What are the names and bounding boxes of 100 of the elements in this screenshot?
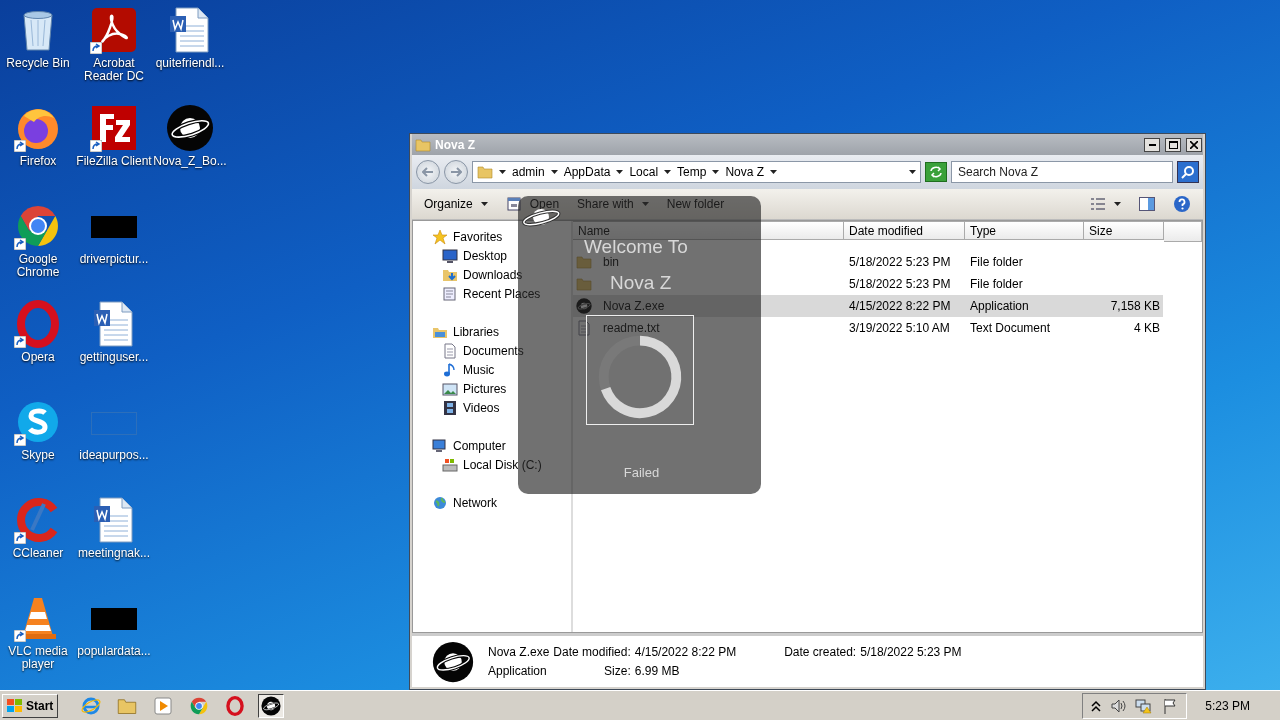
desktop-shortcut[interactable]: CCleaner — [0, 496, 77, 594]
desktop-shortcut[interactable]: gettinguser... — [75, 300, 153, 398]
app-logo-icon — [14, 300, 62, 348]
help-icon — [1173, 195, 1191, 213]
globe-icon — [432, 494, 448, 511]
caret-icon — [664, 170, 672, 174]
start-button[interactable]: Start — [2, 693, 59, 718]
file-name: Nova Z.exe — [488, 645, 550, 659]
app-logo-icon — [90, 104, 138, 152]
desktop-shortcut[interactable]: ideapurpos... — [75, 398, 153, 496]
nav-item[interactable]: Desktop — [413, 246, 508, 265]
caret-icon — [909, 170, 916, 174]
flag-icon[interactable] — [1162, 697, 1179, 714]
column-header[interactable]: Date modified — [844, 221, 965, 240]
search-button[interactable] — [1177, 161, 1199, 183]
refresh-button[interactable] — [925, 162, 947, 182]
nav-item[interactable]: Favorites — [413, 227, 503, 246]
desktop-shortcut[interactable]: VLC media player — [0, 594, 77, 692]
search-field[interactable]: Search Nova Z — [951, 161, 1173, 183]
preview-pane-button[interactable] — [1139, 197, 1155, 211]
back-button[interactable] — [416, 160, 440, 184]
windows-logo-icon — [7, 698, 23, 713]
desktop-shortcut[interactable]: FileZilla Client — [75, 104, 153, 202]
nav-item[interactable]: Libraries — [413, 322, 500, 341]
desktop-shortcut[interactable]: quitefriendl... — [151, 6, 229, 104]
nav-item[interactable]: Videos — [413, 398, 500, 417]
network-icon[interactable] — [1135, 697, 1154, 714]
maximize-button[interactable] — [1165, 137, 1181, 152]
window-icon — [505, 196, 522, 212]
pdf-icon — [90, 6, 138, 54]
detail-value: 4/15/2022 8:22 PM — [634, 645, 737, 659]
window-title: Nova Z — [435, 137, 476, 152]
view-options-button[interactable] — [1090, 197, 1121, 211]
taskbar-app-button[interactable] — [258, 693, 285, 718]
column-header[interactable]: Type — [965, 221, 1084, 240]
detail-value: 5/18/2022 5:23 PM — [860, 645, 962, 659]
loading-spinner-icon — [586, 315, 694, 425]
desktop-shortcut[interactable]: driverpictur... — [75, 202, 153, 300]
search-icon — [1181, 165, 1195, 179]
star-icon — [432, 228, 448, 245]
detail-value: 6.99 MB — [634, 664, 681, 678]
desktop-shortcut[interactable]: populardata... — [75, 594, 153, 692]
file-date: 3/19/2022 5:10 AM — [848, 321, 951, 335]
breadcrumb-item[interactable]: Temp — [677, 165, 720, 179]
toolbar-button[interactable]: Organize — [424, 197, 488, 211]
browser-icon — [81, 695, 102, 716]
file-date: 5/18/2022 5:23 PM — [848, 277, 952, 291]
nav-item[interactable]: Computer — [413, 436, 506, 455]
desktop-shortcut[interactable]: Recycle Bin — [0, 6, 77, 104]
breadcrumb-item[interactable]: Nova Z — [725, 165, 778, 179]
file-row[interactable]: Nova Z.exe 4/15/2022 8:22 PM Application 7,158 KB — [573, 295, 1163, 317]
file-type: Application — [969, 299, 1030, 313]
app-name: Nova Z — [610, 274, 672, 292]
clock: 5:23 PM — [1205, 698, 1250, 713]
caret-icon — [712, 170, 720, 174]
planet-icon — [166, 104, 214, 152]
help-button[interactable] — [1173, 195, 1191, 213]
nav-item[interactable]: Local Disk (C:) — [413, 455, 542, 474]
minimize-button[interactable] — [1144, 137, 1160, 152]
forward-button[interactable] — [444, 160, 468, 184]
speaker-icon[interactable] — [1110, 697, 1127, 714]
caret-icon — [770, 170, 778, 174]
desktop-shortcut[interactable]: Skype — [0, 398, 77, 496]
desktop-shortcut[interactable]: Nova_Z_Bo... — [151, 104, 229, 202]
file-name: bin — [602, 255, 619, 269]
film-icon — [442, 399, 458, 416]
desktop-shortcut[interactable]: Firefox — [0, 104, 77, 202]
chevron-up-icon[interactable] — [1091, 699, 1102, 712]
folder-icon — [576, 254, 592, 270]
breadcrumb-item[interactable]: AppData — [563, 165, 624, 179]
welcome-title: Welcome To — [584, 238, 688, 256]
close-button[interactable] — [1186, 137, 1202, 152]
back-arrow-icon — [422, 167, 434, 177]
folder-icon — [576, 276, 592, 292]
status-text: Failed — [622, 465, 660, 480]
desktop-shortcut[interactable]: Opera — [0, 300, 77, 398]
breadcrumb-item[interactable]: admin — [512, 165, 558, 179]
column-header[interactable]: Size — [1084, 221, 1164, 240]
file-name: Nova Z.exe — [602, 299, 665, 313]
file-type: Application — [488, 664, 548, 678]
file-type: File folder — [969, 277, 1024, 291]
nav-item[interactable]: Pictures — [413, 379, 507, 398]
maximize-icon — [1168, 140, 1178, 149]
caret-icon — [616, 170, 624, 174]
file-type: Text Document — [969, 321, 1052, 335]
file-size: 7,158 KB — [1109, 299, 1161, 313]
nav-item[interactable]: Music — [413, 360, 495, 379]
text-file-icon — [576, 320, 592, 336]
detail-label: Size: — [603, 664, 631, 678]
desktop-shortcut[interactable]: meetingnak... — [75, 496, 153, 594]
refresh-icon — [929, 166, 943, 178]
caret-icon — [550, 170, 558, 174]
nav-item[interactable]: Network — [413, 493, 497, 512]
desktop-shortcut[interactable]: Acrobat Reader DC — [75, 6, 153, 104]
breadcrumb-item[interactable]: Local — [629, 165, 672, 179]
document-icon — [442, 342, 458, 359]
pane-icon — [1139, 197, 1155, 211]
caret-icon — [499, 170, 506, 174]
desktop-shortcut[interactable]: Google Chrome — [0, 202, 77, 300]
address-bar[interactable]: admin AppData Local Temp Nova Z — [472, 161, 921, 183]
